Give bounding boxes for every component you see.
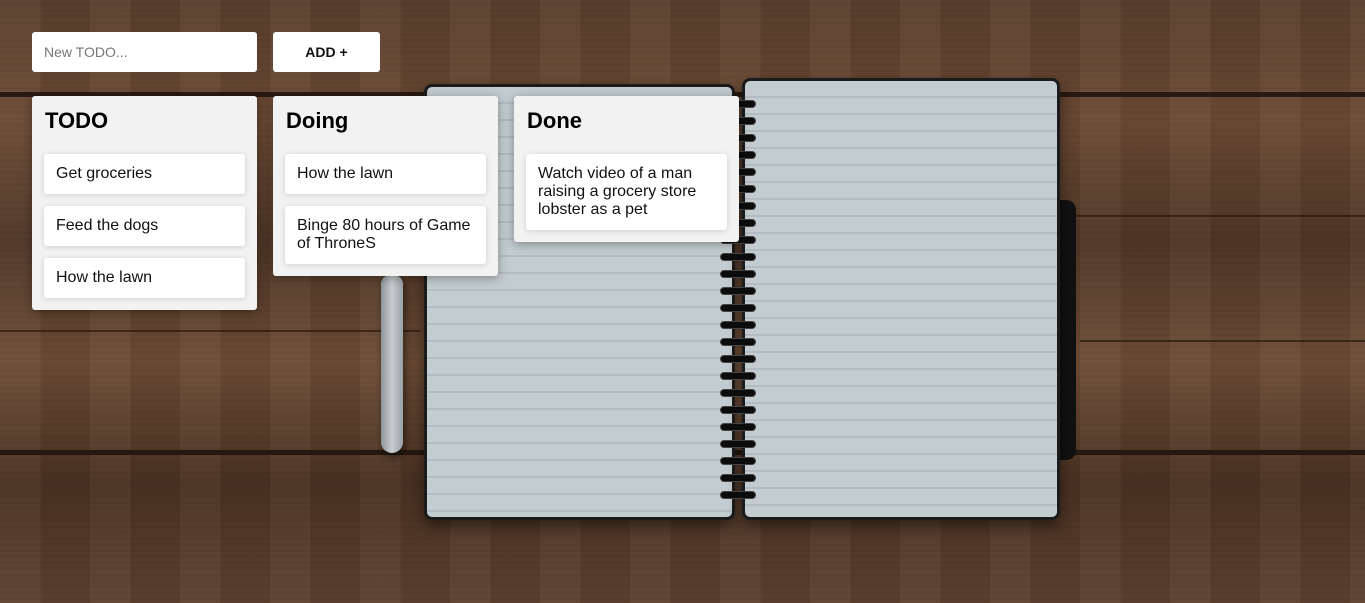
notebook-right-page	[742, 78, 1060, 520]
column-doing: Doing How the lawn Binge 80 hours of Gam…	[273, 96, 498, 276]
wood-crack	[1060, 215, 1365, 217]
spiral-coil	[720, 287, 756, 295]
spiral-coil	[720, 355, 756, 363]
spiral-coil	[720, 474, 756, 482]
spiral-coil	[720, 491, 756, 499]
column-todo: TODO Get groceries Feed the dogs How the…	[32, 96, 257, 310]
spiral-coil	[720, 457, 756, 465]
wood-crack	[0, 330, 420, 332]
new-todo-input[interactable]	[32, 32, 257, 72]
todo-card[interactable]: Binge 80 hours of Game of ThroneS	[285, 206, 486, 264]
todo-card[interactable]: Get groceries	[44, 154, 245, 194]
wood-crack	[1080, 340, 1365, 342]
column-title: TODO	[45, 108, 109, 133]
spiral-coil	[720, 423, 756, 431]
spiral-coil	[720, 338, 756, 346]
todo-card[interactable]: Feed the dogs	[44, 206, 245, 246]
add-button[interactable]: ADD +	[273, 32, 380, 72]
spiral-coil	[720, 406, 756, 414]
column-title: Doing	[286, 108, 349, 133]
column-title: Done	[527, 108, 582, 133]
spiral-coil	[720, 440, 756, 448]
todo-card[interactable]: How the lawn	[285, 154, 486, 194]
spiral-coil	[720, 304, 756, 312]
spiral-coil	[720, 270, 756, 278]
spiral-coil	[720, 372, 756, 380]
spiral-coil	[720, 389, 756, 397]
spiral-coil	[720, 321, 756, 329]
spiral-coil	[720, 253, 756, 261]
pen-image	[381, 275, 403, 453]
todo-card[interactable]: How the lawn	[44, 258, 245, 298]
column-done: Done Watch video of a man raising a groc…	[514, 96, 739, 242]
todo-card[interactable]: Watch video of a man raising a grocery s…	[526, 154, 727, 230]
